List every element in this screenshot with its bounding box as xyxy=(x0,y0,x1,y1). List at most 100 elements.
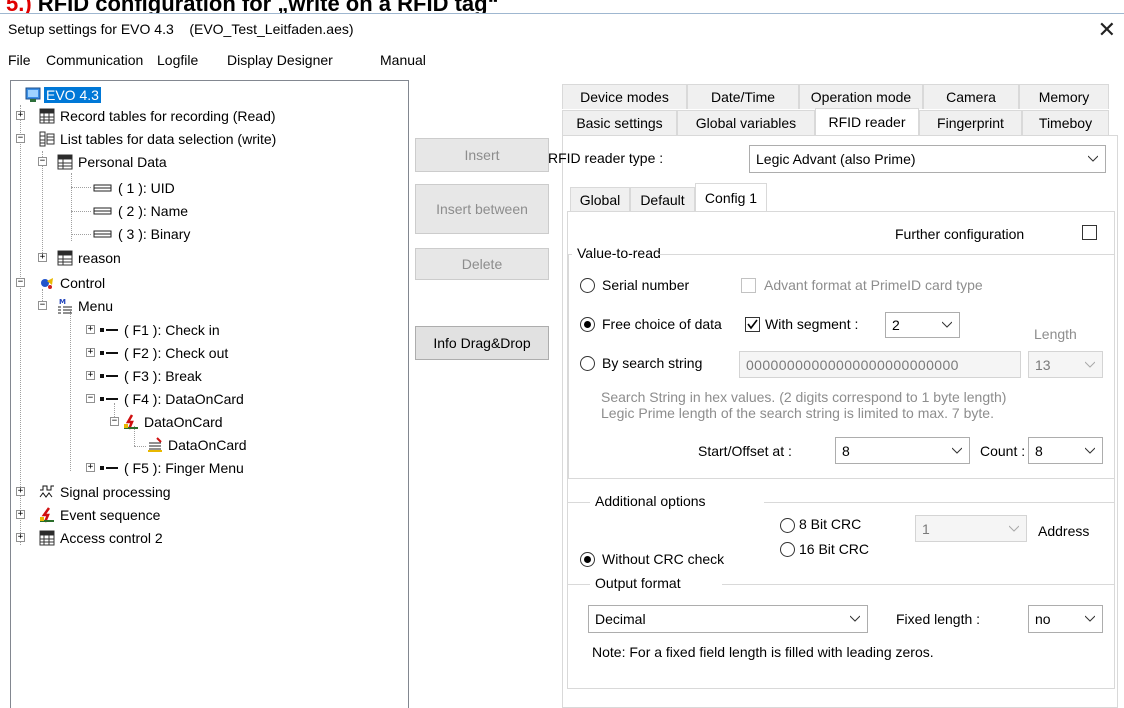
advant-format-checkbox[interactable] xyxy=(741,278,756,293)
tree-item-f3[interactable]: ( F3 ): Break xyxy=(99,365,204,387)
reader-type-select[interactable]: Legic Advant (also Prime) xyxy=(749,145,1106,173)
count-label: Count : xyxy=(980,443,1026,459)
expand-icon[interactable]: + xyxy=(16,487,25,496)
tab-basic-settings[interactable]: Basic settings xyxy=(562,110,677,135)
tree-item-label: ( F2 ): Check out xyxy=(124,345,229,361)
field-icon xyxy=(93,203,113,219)
heading-text: 5.) RFID configuration for „write on a R… xyxy=(6,0,499,13)
without-crc-radio[interactable] xyxy=(580,552,595,567)
config-tree[interactable]: EVO 4.3 + Record tables for recording (R… xyxy=(10,80,409,708)
collapse-icon[interactable]: − xyxy=(86,394,95,403)
tab-row-1: Device modes Date/Time Operation mode Ca… xyxy=(562,84,1109,109)
tree-item-control[interactable]: Control xyxy=(39,272,107,294)
collapse-icon[interactable]: − xyxy=(16,134,25,143)
subtab-config-1[interactable]: Config 1 xyxy=(695,183,767,212)
tree-item-f1[interactable]: ( F1 ): Check in xyxy=(99,319,222,341)
insert-between-button[interactable]: Insert between xyxy=(415,184,549,234)
tree-item-f5[interactable]: ( F5 ): Finger Menu xyxy=(99,457,246,479)
collapse-icon[interactable]: − xyxy=(38,301,47,310)
crc8-radio[interactable] xyxy=(780,518,795,533)
tab-timeboy[interactable]: Timeboy xyxy=(1022,110,1109,135)
collapse-icon[interactable]: − xyxy=(110,417,119,426)
collapse-icon[interactable]: − xyxy=(38,157,47,166)
expand-icon[interactable]: + xyxy=(16,111,25,120)
tree-item-list-tables[interactable]: List tables for data selection (write) xyxy=(39,128,278,150)
start-offset-select[interactable]: 8 xyxy=(835,437,970,464)
with-segment-checkbox[interactable] xyxy=(745,317,760,332)
expand-icon[interactable]: + xyxy=(86,463,95,472)
menu-display-designer[interactable]: Display Designer xyxy=(227,52,333,68)
count-select[interactable]: 8 xyxy=(1028,437,1103,464)
expand-icon[interactable]: + xyxy=(86,371,95,380)
tree-item-personal-data[interactable]: Personal Data xyxy=(57,151,169,173)
field-icon xyxy=(93,180,113,196)
menu-communication[interactable]: Communication xyxy=(46,52,143,68)
chevron-down-icon xyxy=(942,321,952,328)
tree-item-access-control[interactable]: Access control 2 xyxy=(39,527,165,549)
tab-rfid-reader[interactable]: RFID reader xyxy=(815,108,919,135)
length-select[interactable]: 13 xyxy=(1028,351,1103,378)
tree-item-event-sequence[interactable]: Event sequence xyxy=(39,504,162,526)
tree-item-f4[interactable]: ( F4 ): DataOnCard xyxy=(99,388,246,410)
document-heading: 5.) RFID configuration for „write on a R… xyxy=(0,0,1124,13)
address-select[interactable]: 1 xyxy=(915,515,1027,542)
tree-item-label: List tables for data selection (write) xyxy=(60,131,277,147)
menu-file[interactable]: File xyxy=(8,52,31,68)
tree-item-label: ( F5 ): Finger Menu xyxy=(124,460,244,476)
chevron-down-icon xyxy=(1085,447,1095,454)
collapse-icon[interactable]: − xyxy=(16,278,25,287)
free-choice-radio[interactable] xyxy=(580,317,595,332)
tab-memory[interactable]: Memory xyxy=(1019,84,1109,109)
expand-icon[interactable]: + xyxy=(86,325,95,334)
menu-manual[interactable]: Manual xyxy=(380,52,426,68)
tree-item-menu[interactable]: M Menu xyxy=(57,295,115,317)
further-config-checkbox[interactable] xyxy=(1082,225,1097,240)
length-label: Length xyxy=(1034,326,1077,342)
table-icon xyxy=(57,154,73,170)
tree-item-label: DataOnCard xyxy=(168,437,247,453)
close-icon[interactable]: ✕ xyxy=(1098,17,1116,43)
tree-field-binary[interactable]: ( 3 ): Binary xyxy=(93,223,192,245)
start-offset-label: Start/Offset at : xyxy=(698,443,792,459)
search-string-input[interactable]: 00000000000000000000000000 xyxy=(739,351,1021,378)
output-format-select[interactable]: Decimal xyxy=(588,605,868,633)
crc8-label: 8 Bit CRC xyxy=(799,516,862,532)
insert-button[interactable]: Insert xyxy=(415,138,549,172)
tree-item-label: reason xyxy=(78,250,121,266)
segment-select[interactable]: 2 xyxy=(885,312,960,338)
tab-row-2: Basic settings Global variables RFID rea… xyxy=(562,108,1109,135)
tree-item-record-tables[interactable]: Record tables for recording (Read) xyxy=(39,105,278,127)
tree-item-dataoncard-write[interactable]: DataOnCard xyxy=(147,434,249,456)
additional-options-group-label: Additional options xyxy=(595,493,706,509)
tab-fingerprint[interactable]: Fingerprint xyxy=(919,110,1022,135)
search-hint-2: Legic Prime length of the search string … xyxy=(601,405,994,421)
subtab-default[interactable]: Default xyxy=(630,187,695,212)
menu-logfile[interactable]: Logfile xyxy=(157,52,198,68)
subtab-global[interactable]: Global xyxy=(570,187,630,212)
tab-date-time[interactable]: Date/Time xyxy=(687,84,799,109)
fixed-length-select[interactable]: no xyxy=(1028,605,1103,633)
tree-item-dataoncard-action[interactable]: DataOnCard xyxy=(123,411,225,433)
tree-field-uid[interactable]: ( 1 ): UID xyxy=(93,177,177,199)
expand-icon[interactable]: + xyxy=(38,253,47,262)
crc16-radio[interactable] xyxy=(780,542,795,557)
delete-button[interactable]: Delete xyxy=(415,248,549,280)
tree-field-name[interactable]: ( 2 ): Name xyxy=(93,200,190,222)
tab-device-modes[interactable]: Device modes xyxy=(562,84,687,109)
search-string-radio[interactable] xyxy=(580,356,595,371)
info-drag-drop-button[interactable]: Info Drag&Drop xyxy=(415,326,549,360)
address-label: Address xyxy=(1038,523,1090,539)
expand-icon[interactable]: + xyxy=(16,533,25,542)
serial-number-radio[interactable] xyxy=(580,278,595,293)
tree-root[interactable]: EVO 4.3 xyxy=(25,84,101,106)
address-value: 1 xyxy=(922,520,930,537)
tree-item-signal-processing[interactable]: Signal processing xyxy=(39,481,173,503)
expand-icon[interactable]: + xyxy=(86,348,95,357)
tree-item-f2[interactable]: ( F2 ): Check out xyxy=(99,342,230,364)
chevron-down-icon xyxy=(1085,361,1095,368)
expand-icon[interactable]: + xyxy=(16,510,25,519)
tab-operation-mode[interactable]: Operation mode xyxy=(799,84,923,109)
tab-camera[interactable]: Camera xyxy=(923,84,1019,109)
tab-global-variables[interactable]: Global variables xyxy=(677,110,815,135)
tree-item-reason[interactable]: reason xyxy=(57,247,123,269)
